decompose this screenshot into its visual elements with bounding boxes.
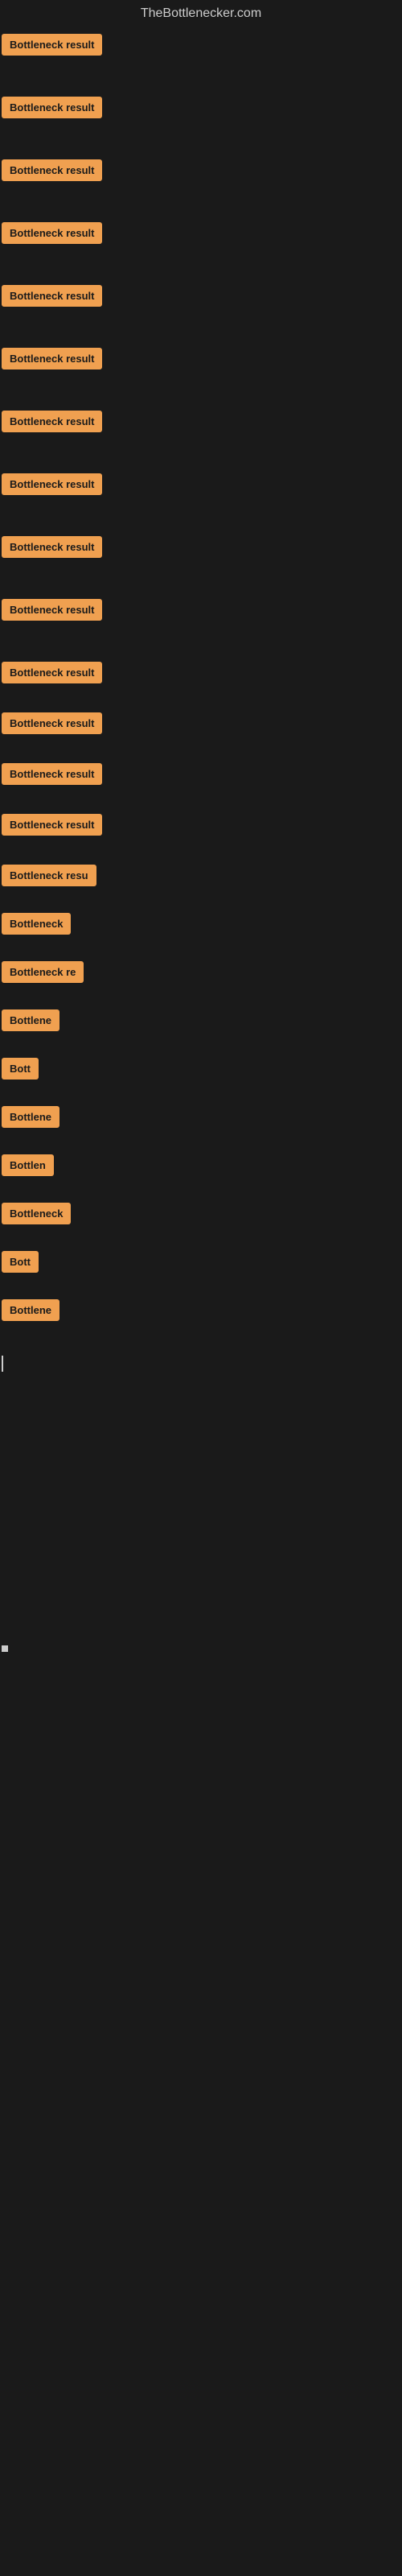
list-item: Bottlene — [0, 1100, 402, 1138]
text-cursor — [2, 1356, 3, 1372]
list-item: Bottleneck result — [0, 706, 402, 745]
list-item: Bott — [0, 1245, 402, 1283]
list-item: Bottleneck result — [0, 757, 402, 795]
bottleneck-badge-10[interactable]: Bottleneck result — [2, 599, 102, 621]
bottleneck-badge-21[interactable]: Bottlen — [2, 1154, 54, 1176]
bottleneck-badge-6[interactable]: Bottleneck result — [2, 348, 102, 369]
list-item: Bottleneck — [0, 1196, 402, 1235]
bottleneck-badge-20[interactable]: Bottlene — [2, 1106, 59, 1128]
list-item: Bottleneck result — [0, 216, 402, 254]
list-item: Bott — [0, 1051, 402, 1090]
list-item: Bottlene — [0, 1293, 402, 1331]
list-item: Bottleneck result — [0, 341, 402, 380]
bottleneck-badge-19[interactable]: Bott — [2, 1058, 39, 1080]
list-item: Bottleneck result — [0, 530, 402, 568]
list-item: Bottleneck result — [0, 807, 402, 846]
bottleneck-badge-8[interactable]: Bottleneck result — [2, 473, 102, 495]
list-item: Bottleneck result — [0, 404, 402, 443]
bottleneck-badge-12[interactable]: Bottleneck result — [2, 712, 102, 734]
bottleneck-badge-14[interactable]: Bottleneck result — [2, 814, 102, 836]
bottleneck-badge-9[interactable]: Bottleneck result — [2, 536, 102, 558]
bottleneck-badge-16[interactable]: Bottleneck — [2, 913, 71, 935]
list-item: Bottleneck result — [0, 27, 402, 66]
list-item: Bottleneck resu — [0, 858, 402, 897]
bottleneck-badge-17[interactable]: Bottleneck re — [2, 961, 84, 983]
bottleneck-badge-24[interactable]: Bottlene — [2, 1299, 59, 1321]
list-item: Bottlene — [0, 1003, 402, 1042]
bottleneck-badge-4[interactable]: Bottleneck result — [2, 222, 102, 244]
list-item: Bottleneck result — [0, 592, 402, 631]
bottleneck-badge-1[interactable]: Bottleneck result — [2, 34, 102, 56]
small-indicator — [2, 1645, 8, 1652]
bottleneck-badge-15[interactable]: Bottleneck resu — [2, 865, 96, 886]
bottleneck-badge-23[interactable]: Bott — [2, 1251, 39, 1273]
list-item: Bottleneck — [0, 906, 402, 945]
bottleneck-badge-13[interactable]: Bottleneck result — [2, 763, 102, 785]
site-header: TheBottlenecker.com — [0, 0, 402, 27]
list-item: Bottlen — [0, 1148, 402, 1187]
list-item: Bottleneck result — [0, 153, 402, 192]
bottleneck-badge-18[interactable]: Bottlene — [2, 1009, 59, 1031]
bottleneck-badge-3[interactable]: Bottleneck result — [2, 159, 102, 181]
list-item: Bottleneck result — [0, 655, 402, 694]
list-item: Bottleneck result — [0, 90, 402, 129]
bottleneck-badge-2[interactable]: Bottleneck result — [2, 97, 102, 118]
bottleneck-badge-11[interactable]: Bottleneck result — [2, 662, 102, 683]
bottleneck-badge-5[interactable]: Bottleneck result — [2, 285, 102, 307]
list-item: Bottleneck result — [0, 279, 402, 317]
list-item: Bottleneck re — [0, 955, 402, 993]
bottleneck-badge-7[interactable]: Bottleneck result — [2, 411, 102, 432]
list-item: Bottleneck result — [0, 467, 402, 506]
site-title: TheBottlenecker.com — [0, 0, 402, 27]
bottleneck-badge-22[interactable]: Bottleneck — [2, 1203, 71, 1224]
